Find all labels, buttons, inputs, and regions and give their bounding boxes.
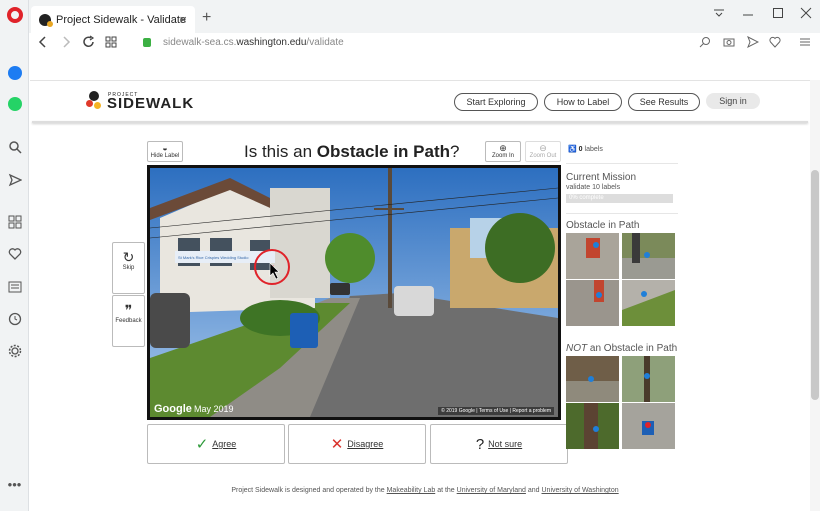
camera-icon[interactable] <box>723 36 735 51</box>
opera-sidebar: ••• <box>0 0 29 511</box>
uw-link[interactable]: University of Washington <box>542 487 619 494</box>
see-results-button[interactable]: See Results <box>628 93 700 111</box>
tab-menu-icon[interactable] <box>713 7 725 22</box>
opera-logo-icon[interactable] <box>7 7 23 23</box>
history-icon[interactable] <box>6 310 23 327</box>
zoom-in-icon: ⊕ <box>499 143 507 153</box>
more-icon[interactable]: ••• <box>6 476 23 493</box>
maximize-icon[interactable] <box>772 7 784 22</box>
zoom-out-icon: ⊖ <box>539 143 547 153</box>
send-icon[interactable] <box>6 171 23 188</box>
panorama-image: St Mark's Rice Crispies Wedding Studio <box>150 168 558 417</box>
hide-label-button[interactable]: ◒ Hide Label <box>147 141 183 162</box>
example-thumbnail[interactable] <box>566 280 619 326</box>
label-count: ♿ 0 labels <box>568 146 603 153</box>
disagree-button[interactable]: ✕ Disagree <box>288 424 426 464</box>
new-tab-button[interactable]: + <box>202 9 211 27</box>
umd-link[interactable]: University of Maryland <box>457 487 526 494</box>
heart-icon[interactable] <box>6 245 23 262</box>
speed-dial-icon[interactable] <box>6 213 23 230</box>
settings-gear-icon[interactable] <box>6 342 23 359</box>
pano-legal-links[interactable]: © 2019 Google | Terms of Use | Report a … <box>438 407 554 415</box>
panel-divider <box>566 163 678 164</box>
hide-label-text: Hide Label <box>150 153 180 159</box>
page: PROJECT SIDEWALK Start Exploring How to … <box>30 80 820 511</box>
tab-close-icon[interactable]: × <box>179 12 187 27</box>
address-bar: sidewalk-sea.cs.washington.edu/validate <box>29 33 820 55</box>
tab-active[interactable]: Project Sidewalk - Validate × <box>31 6 195 33</box>
obstacle-examples-title: Obstacle in Path <box>566 220 640 231</box>
counter-example-thumbnail[interactable] <box>566 356 619 402</box>
mission-title: Current Mission <box>566 172 637 183</box>
messenger-icon[interactable] <box>8 66 22 80</box>
not-obstacle-examples-title: NOT an Obstacle in Path <box>566 343 678 354</box>
start-exploring-button[interactable]: Start Exploring <box>454 93 538 111</box>
flow-send-icon[interactable] <box>747 35 760 51</box>
scrollbar-thumb[interactable] <box>811 170 819 400</box>
url-field[interactable]: sidewalk-sea.cs.washington.edu/validate <box>163 37 344 48</box>
pano-date: May 2019 <box>194 404 234 414</box>
not-sure-button[interactable]: ? Not sure <box>430 424 568 464</box>
feedback-button[interactable]: ❞ Feedback <box>112 295 145 347</box>
mission-subtitle: validate 10 labels <box>566 184 621 191</box>
back-icon[interactable] <box>37 35 49 52</box>
storefront-sign-text: St Mark's Rice Crispies Wedding Studio <box>178 255 249 260</box>
forward-icon[interactable] <box>60 35 72 52</box>
street-view-panorama[interactable]: St Mark's Rice Crispies Wedding Studio G… <box>147 165 561 420</box>
project-sidewalk-favicon-icon <box>39 13 53 27</box>
whatsapp-icon[interactable] <box>8 97 22 111</box>
tab-snapshot-icon[interactable] <box>105 35 117 51</box>
reload-icon[interactable] <box>82 35 96 52</box>
news-icon[interactable] <box>6 278 23 295</box>
agree-button[interactable]: ✓ Agree <box>147 424 285 464</box>
label-type: Obstacle in Path <box>316 142 450 161</box>
header-nav: Start Exploring How to Label See Results <box>454 93 700 111</box>
sidewalk-logo-icon <box>86 90 104 111</box>
zoom-in-button[interactable]: ⊕ Zoom In <box>485 141 521 162</box>
makeability-lab-link[interactable]: Makeability Lab <box>387 487 436 494</box>
secure-lock-icon[interactable] <box>143 38 151 47</box>
example-thumbnail[interactable] <box>622 280 675 326</box>
search-page-icon[interactable] <box>699 36 711 51</box>
counter-example-thumbnail[interactable] <box>622 356 675 402</box>
progress-text: 0% complete <box>569 195 604 201</box>
mission-progress-bar: 0% complete <box>566 194 673 203</box>
bookmark-heart-icon[interactable] <box>769 36 781 51</box>
header-divider <box>32 121 808 123</box>
counter-example-thumbnail[interactable] <box>566 403 619 449</box>
eye-slash-icon: ◒ <box>162 143 168 153</box>
skip-button[interactable]: ↻ Skip <box>112 242 145 294</box>
search-icon[interactable] <box>6 138 23 155</box>
accessibility-icon: ♿ <box>568 146 577 153</box>
checkmark-icon: ✓ <box>195 436 209 453</box>
example-thumbnail[interactable] <box>622 233 675 279</box>
footer-credits: Project Sidewalk is designed and operate… <box>231 487 619 494</box>
sign-in-button[interactable]: Sign in <box>706 93 760 109</box>
validation-question: Is this an Obstacle in Path? <box>244 142 460 161</box>
feedback-quote-icon: ❞ <box>124 302 133 318</box>
skip-undo-icon: ↻ <box>122 249 135 265</box>
google-logo: Google <box>154 403 192 415</box>
project-sidewalk-logo[interactable]: PROJECT SIDEWALK <box>86 89 194 112</box>
tab-title: Project Sidewalk - Validate <box>56 13 187 26</box>
cross-icon: ✕ <box>330 436 344 453</box>
question-mark-icon: ? <box>475 435 485 453</box>
zoom-out-button[interactable]: ⊖ Zoom Out <box>525 141 561 162</box>
counter-example-thumbnail[interactable] <box>622 403 675 449</box>
easy-setup-icon[interactable] <box>799 36 811 51</box>
minimize-icon[interactable] <box>742 7 754 22</box>
panel-divider <box>566 213 678 214</box>
how-to-label-button[interactable]: How to Label <box>544 93 622 111</box>
logo-small-text: PROJECT <box>108 92 139 98</box>
close-window-icon[interactable] <box>800 7 812 22</box>
example-thumbnail[interactable] <box>566 233 619 279</box>
page-scrollbar[interactable] <box>810 80 820 511</box>
tab-strip: Project Sidewalk - Validate × + <box>29 0 820 33</box>
